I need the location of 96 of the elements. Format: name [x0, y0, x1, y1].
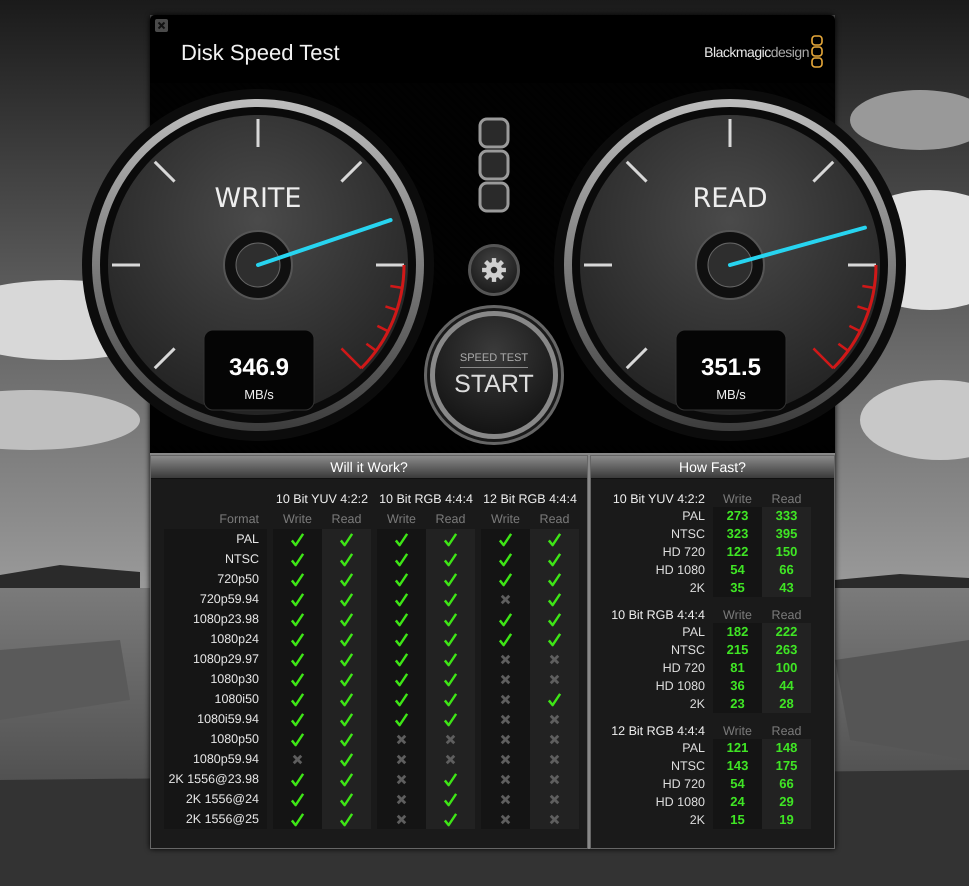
write-speed: 24 [713, 793, 762, 811]
format-label: 2K [688, 580, 706, 597]
format-label: 2K 1556@25 [164, 809, 267, 829]
write-speed: 215 [713, 641, 762, 659]
format-label: NTSC [670, 526, 706, 543]
write-speed: 121 [713, 739, 762, 757]
format-label: PAL [164, 529, 267, 549]
needle-hub [695, 230, 765, 300]
read-speed: 28 [762, 695, 811, 713]
format-label: PAL [681, 624, 706, 641]
format-label: 2K 1556@23.98 [164, 769, 267, 789]
gauge-label: WRITE [214, 183, 302, 214]
write-speed: 15 [713, 811, 762, 829]
format-label: 2K [688, 696, 706, 713]
format-label: 1080i59.94 [164, 709, 267, 729]
window-title: Disk Speed Test [181, 40, 341, 66]
column-heading: Write [386, 511, 417, 528]
read-speed: 175 [762, 757, 811, 775]
read-speed: 66 [762, 775, 811, 793]
column-heading: Write [282, 511, 313, 528]
column-group-heading: 12 Bit RGB 4:4:4 [610, 723, 706, 739]
column-heading: Read [330, 511, 362, 528]
write-speed: 122 [713, 543, 762, 561]
column-heading: Write [722, 607, 753, 623]
column-heading: Write [722, 723, 753, 739]
speed-unit: MB/s [716, 387, 746, 402]
format-label: HD 720 [662, 544, 706, 561]
format-label: NTSC [670, 642, 706, 659]
format-label: HD 720 [662, 660, 706, 677]
settings-icon [481, 257, 507, 283]
write-speed: 323 [713, 525, 762, 543]
read-speed: 29 [762, 793, 811, 811]
column-heading: Read [770, 723, 802, 739]
gauge-label: READ [692, 183, 768, 214]
column-heading: Read [770, 607, 802, 623]
write-speed: 54 [713, 775, 762, 793]
write-speed: 273 [713, 507, 762, 525]
format-label: 1080p30 [164, 669, 267, 689]
format-label: PAL [681, 508, 706, 525]
format-label: NTSC [164, 549, 267, 569]
column-group-heading: 10 Bit RGB 4:4:4 [378, 491, 474, 508]
brand-name: Blackmagic [704, 44, 771, 60]
read-speed: 66 [762, 561, 811, 579]
read-speed: 263 [762, 641, 811, 659]
read-speed: 43 [762, 579, 811, 597]
speed-value: 346.9 [228, 354, 290, 381]
write-speed: 35 [713, 579, 762, 597]
column-heading: Write [490, 511, 521, 528]
panel-header: How Fast? [591, 456, 834, 479]
column-heading: Read [770, 491, 802, 507]
logo-icon [811, 34, 823, 70]
format-label: HD 1080 [654, 794, 706, 811]
column-heading: Read [538, 511, 570, 528]
read-speed: 44 [762, 677, 811, 695]
read-speed: 222 [762, 623, 811, 641]
format-label: PAL [681, 740, 706, 757]
format-label: 1080p23.98 [164, 609, 267, 629]
column-group-heading: 10 Bit YUV 4:2:2 [274, 491, 370, 508]
format-label: HD 720 [662, 776, 706, 793]
column-group-heading: 10 Bit YUV 4:2:2 [612, 491, 706, 507]
format-label: 2K [688, 812, 706, 829]
write-speed: 54 [713, 561, 762, 579]
speed-value: 351.5 [700, 354, 762, 381]
column-heading: Read [434, 511, 466, 528]
format-label: 1080p59.94 [164, 749, 267, 769]
logo-icon [478, 117, 510, 213]
write-speed: 143 [713, 757, 762, 775]
format-label: 1080p24 [164, 629, 267, 649]
read-speed: 395 [762, 525, 811, 543]
read-speed: 150 [762, 543, 811, 561]
needle-hub [223, 230, 293, 300]
format-label: HD 1080 [654, 562, 706, 579]
write-speed: 182 [713, 623, 762, 641]
format-label: 720p59.94 [164, 589, 267, 609]
read-speed: 100 [762, 659, 811, 677]
write-speed: 23 [713, 695, 762, 713]
settings-button[interactable] [468, 244, 520, 296]
panel-header: Will it Work? [151, 456, 587, 479]
read-speed: 19 [762, 811, 811, 829]
format-label: NTSC [670, 758, 706, 775]
format-label: 1080p50 [164, 729, 267, 749]
column-heading: Format [218, 511, 260, 528]
speed-unit: MB/s [244, 387, 274, 402]
column-group-heading: 12 Bit RGB 4:4:4 [482, 491, 578, 508]
write-speed: 81 [713, 659, 762, 677]
format-label: 2K 1556@24 [164, 789, 267, 809]
format-label: 1080p29.97 [164, 649, 267, 669]
column-heading: Write [722, 491, 753, 507]
brand-suffix: design [770, 44, 809, 60]
read-speed: 148 [762, 739, 811, 757]
format-label: 720p50 [164, 569, 267, 589]
format-label: 1080i50 [164, 689, 267, 709]
column-group-heading: 10 Bit RGB 4:4:4 [610, 607, 706, 623]
write-speed: 36 [713, 677, 762, 695]
read-speed: 333 [762, 507, 811, 525]
format-label: HD 1080 [654, 678, 706, 695]
